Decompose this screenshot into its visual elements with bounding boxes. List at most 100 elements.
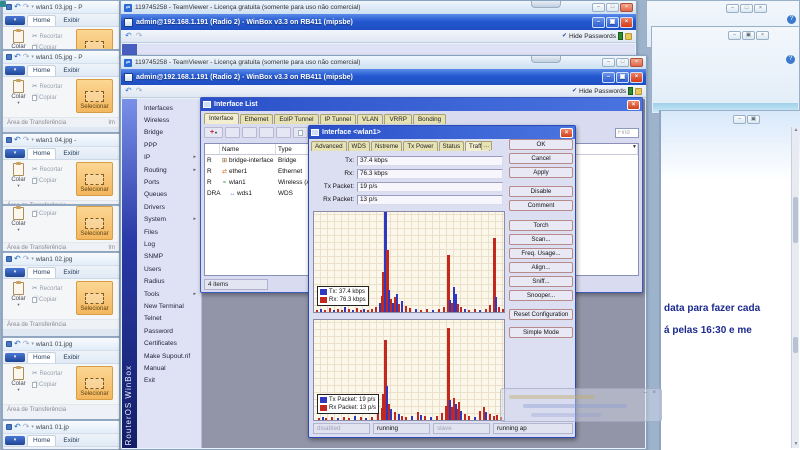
sidebar-item[interactable]: Tools ▸ — [137, 288, 201, 300]
add-button[interactable]: +▾ — [204, 127, 223, 138]
sidebar-item[interactable]: IP ▸ — [137, 152, 201, 164]
interface-list-tab[interactable]: VLAN — [357, 114, 383, 124]
close-button[interactable]: × — [620, 3, 633, 12]
save-icon[interactable] — [6, 54, 12, 60]
close-button[interactable]: × — [620, 17, 633, 28]
desktop-icon[interactable] — [0, 1, 6, 7]
sidebar-item[interactable]: Log ▸ — [137, 238, 201, 250]
sidebar-item[interactable]: Exit ▸ — [137, 375, 201, 387]
sidebar-item[interactable]: Users ▸ — [137, 263, 201, 275]
sidebar-item[interactable]: Password ▸ — [137, 325, 201, 337]
copy-button[interactable]: Copiar — [32, 178, 74, 184]
maximize-button[interactable]: □ — [616, 58, 629, 67]
minimize-button[interactable]: – — [602, 58, 615, 67]
scrollbar[interactable]: ▲ ▼ — [791, 127, 799, 448]
save-icon[interactable] — [6, 137, 12, 143]
qat-dropdown-icon[interactable]: ▾ — [31, 256, 34, 262]
select-button[interactable]: Selecionar — [76, 281, 113, 315]
more-tabs-button[interactable]: ... — [481, 141, 492, 150]
dialog-button[interactable]: Snooper... — [509, 290, 573, 301]
paint-titlebar[interactable]: ↶ ↷ ▾ wlan1 04.jpg - — [3, 134, 119, 147]
minimize-button[interactable]: – — [733, 115, 746, 124]
sidebar-item[interactable]: Files ▸ — [137, 226, 201, 238]
sidebar-item[interactable]: Interfaces ▸ — [137, 102, 201, 114]
dialog-tab[interactable]: Status — [439, 141, 465, 151]
hide-passwords-checkbox[interactable]: ✔ Hide Passwords — [572, 87, 642, 95]
paste-button[interactable]: Colar ▾ — [5, 206, 32, 242]
tab-exibir[interactable]: Exibir — [58, 149, 84, 159]
paint-menu-button[interactable]: ▾ — [5, 436, 25, 445]
scroll-down-icon[interactable]: ▼ — [793, 442, 799, 447]
copy-button[interactable]: Copiar — [32, 297, 74, 303]
tab-home[interactable]: Home — [27, 148, 56, 159]
save-icon[interactable] — [6, 424, 12, 430]
paint-titlebar[interactable]: ↶ ↷ ▾ wlan1 05.jpg - P — [3, 51, 119, 64]
interface-list-tab[interactable]: Bonding — [413, 114, 446, 124]
save-icon[interactable] — [6, 4, 12, 10]
dialog-button[interactable]: Apply — [509, 167, 573, 178]
redo-icon[interactable]: ↷ — [136, 32, 143, 40]
undo-icon[interactable]: ↶ — [125, 87, 132, 95]
scrollbar-thumb[interactable] — [793, 197, 798, 243]
toast-controls[interactable]: – × — [643, 390, 658, 396]
cut-button[interactable]: ✂Recortar — [32, 84, 74, 91]
sidebar-item[interactable]: Radius ▸ — [137, 275, 201, 287]
paint-menu-button[interactable]: ▾ — [5, 353, 25, 362]
save-icon[interactable] — [6, 256, 12, 262]
tab-exibir[interactable]: Exibir — [58, 16, 84, 26]
copy-button[interactable]: Copiar — [32, 95, 74, 101]
undo-icon[interactable]: ↶ — [14, 3, 21, 11]
scrollbar-thumb[interactable] — [793, 337, 798, 353]
column-select-button[interactable]: ▼ — [632, 144, 637, 150]
disable-button[interactable] — [259, 127, 274, 138]
close-button[interactable]: × — [630, 58, 643, 67]
interface-list-titlebar[interactable]: Interface List × — [201, 98, 642, 111]
sidebar-item[interactable]: Make Supout.rif ▸ — [137, 350, 201, 362]
help-icon[interactable]: ? — [787, 15, 796, 24]
paint-titlebar[interactable]: ↶ ↷ ▾ wlan1 02.jpg — [3, 253, 119, 266]
winbox-titlebar[interactable]: admin@192.168.1.191 (Radio 2) - WinBox v… — [121, 14, 636, 30]
flags-column-header[interactable] — [205, 144, 220, 154]
tab-exibir[interactable]: Exibir — [58, 268, 84, 278]
save-icon[interactable] — [6, 341, 12, 347]
tab-home[interactable]: Home — [27, 15, 56, 26]
redo-icon[interactable]: ↷ — [23, 340, 30, 348]
dialog-button[interactable]: Cancel — [509, 153, 573, 164]
copy-button[interactable]: Copiar — [32, 382, 74, 388]
interface-list-tab[interactable]: Ethernet — [240, 114, 274, 124]
paint-titlebar[interactable]: ↶ ↷ ▾ wlan1 03.jpg - P — [3, 1, 119, 14]
select-button[interactable]: Selecionar — [76, 366, 113, 400]
redo-icon[interactable]: ↷ — [23, 53, 30, 61]
dialog-button[interactable]: Simple Mode — [509, 327, 573, 338]
comment-button[interactable] — [276, 127, 291, 138]
paint-canvas[interactable] — [3, 329, 119, 337]
dialog-button[interactable]: Reset Configuration — [509, 309, 573, 320]
tab-home[interactable]: Home — [27, 435, 56, 446]
minimize-button[interactable]: – — [602, 72, 615, 83]
teamviewer-titlebar[interactable]: ⇄ 119745258 - TeamViewer - Licença gratu… — [121, 56, 646, 69]
teamviewer-grab-tab[interactable] — [531, 56, 561, 63]
interface-list-tab[interactable]: VRRP — [384, 114, 412, 124]
dialog-button[interactable]: OK — [509, 139, 573, 150]
paste-button[interactable]: Colar ▾ — [5, 162, 32, 200]
notification-toast[interactable]: – × — [500, 388, 662, 422]
sidebar-item[interactable]: System ▸ — [137, 214, 201, 226]
hide-passwords-checkbox[interactable]: ✔ Hide Passwords — [562, 32, 632, 40]
redo-icon[interactable]: ↷ — [23, 136, 30, 144]
maximize-button[interactable]: □ — [606, 3, 619, 12]
sidebar-item[interactable]: PPP ▸ — [137, 139, 201, 151]
tab-exibir[interactable]: Exibir — [58, 353, 84, 363]
maximize-button[interactable]: □ — [740, 4, 753, 13]
tab-exibir[interactable]: Exibir — [58, 436, 84, 446]
interface-list-tab[interactable]: Interface — [204, 113, 239, 124]
minimize-button[interactable]: – — [726, 4, 739, 13]
enable-button[interactable] — [242, 127, 257, 138]
paint-menu-button[interactable]: ▾ — [5, 268, 25, 277]
minimize-button[interactable]: – — [728, 31, 741, 40]
dialog-button[interactable]: Align... — [509, 262, 573, 273]
sidebar-item[interactable]: Routing ▸ — [137, 164, 201, 176]
dialog-tab[interactable]: WDS — [348, 141, 370, 151]
sidebar-item[interactable]: SNMP ▸ — [137, 251, 201, 263]
dialog-button[interactable]: Sniff... — [509, 276, 573, 287]
close-button[interactable]: × — [627, 100, 640, 110]
